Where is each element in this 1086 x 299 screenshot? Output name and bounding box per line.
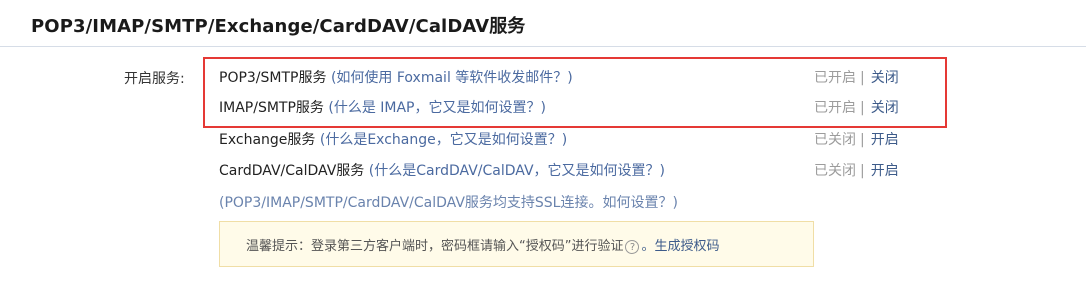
tip-text: 温馨提示：登录第三方客户端时，密码框请输入“授权码”进行验证 [246, 239, 624, 254]
section-header: POP3/IMAP/SMTP/Exchange/CardDAV/CalDAV服务 [0, 0, 1086, 47]
service-status-group: 已开启 | 关闭 [814, 67, 899, 87]
service-help-link[interactable]: (什么是 IMAP，它又是如何设置？) [328, 100, 546, 116]
service-name: IMAP/SMTP服务 [219, 100, 324, 116]
service-status: 已关闭 [814, 132, 856, 148]
generate-auth-code-link[interactable]: 。生成授权码 [641, 239, 719, 254]
service-status-group: 已开启 | 关闭 [814, 97, 899, 117]
service-row-exchange: Exchange服务 (什么是Exchange，它又是如何设置？) 已关闭 | 开启 [219, 129, 919, 151]
service-status: 已开启 [814, 70, 856, 86]
separator: | [860, 70, 865, 86]
service-row-carddav-caldav: CardDAV/CalDAV服务 (什么是CardDAV/CalDAV，它又是如… [219, 160, 919, 182]
tip-box: 温馨提示：登录第三方客户端时，密码框请输入“授权码”进行验证? 。生成授权码 [219, 221, 814, 267]
tip-content: 温馨提示：登录第三方客户端时，密码框请输入“授权码”进行验证? 。生成授权码 [246, 235, 720, 254]
question-icon[interactable]: ? [625, 239, 640, 254]
service-help-link[interactable]: (什么是CardDAV/CalDAV，它又是如何设置？) [369, 163, 665, 179]
service-name: CardDAV/CalDAV服务 [219, 163, 365, 179]
service-toggle-link[interactable]: 关闭 [871, 100, 899, 116]
service-status: 已关闭 [814, 163, 856, 179]
service-row-imap: IMAP/SMTP服务 (什么是 IMAP，它又是如何设置？) 已开启 | 关闭 [219, 97, 919, 119]
separator: | [860, 100, 865, 116]
separator: | [860, 132, 865, 148]
separator: | [860, 163, 865, 179]
section-title: POP3/IMAP/SMTP/Exchange/CardDAV/CalDAV服务 [31, 16, 526, 37]
service-help-link[interactable]: (什么是Exchange，它又是如何设置？) [320, 132, 567, 148]
service-status: 已开启 [814, 100, 856, 116]
enable-services-label: 开启服务: [124, 71, 185, 87]
service-row-pop3: POP3/SMTP服务 (如何使用 Foxmail 等软件收发邮件？) 已开启 |… [219, 67, 919, 89]
ssl-note-link[interactable]: (POP3/IMAP/SMTP/CardDAV/CalDAV服务均支持SSL连接… [219, 192, 678, 212]
service-toggle-link[interactable]: 开启 [871, 163, 899, 179]
service-toggle-link[interactable]: 开启 [871, 132, 899, 148]
service-name: Exchange服务 [219, 132, 316, 148]
service-name: POP3/SMTP服务 [219, 70, 327, 86]
service-status-group: 已关闭 | 开启 [814, 129, 899, 149]
service-toggle-link[interactable]: 关闭 [871, 70, 899, 86]
service-status-group: 已关闭 | 开启 [814, 160, 899, 180]
service-help-link[interactable]: (如何使用 Foxmail 等软件收发邮件？) [331, 70, 573, 86]
